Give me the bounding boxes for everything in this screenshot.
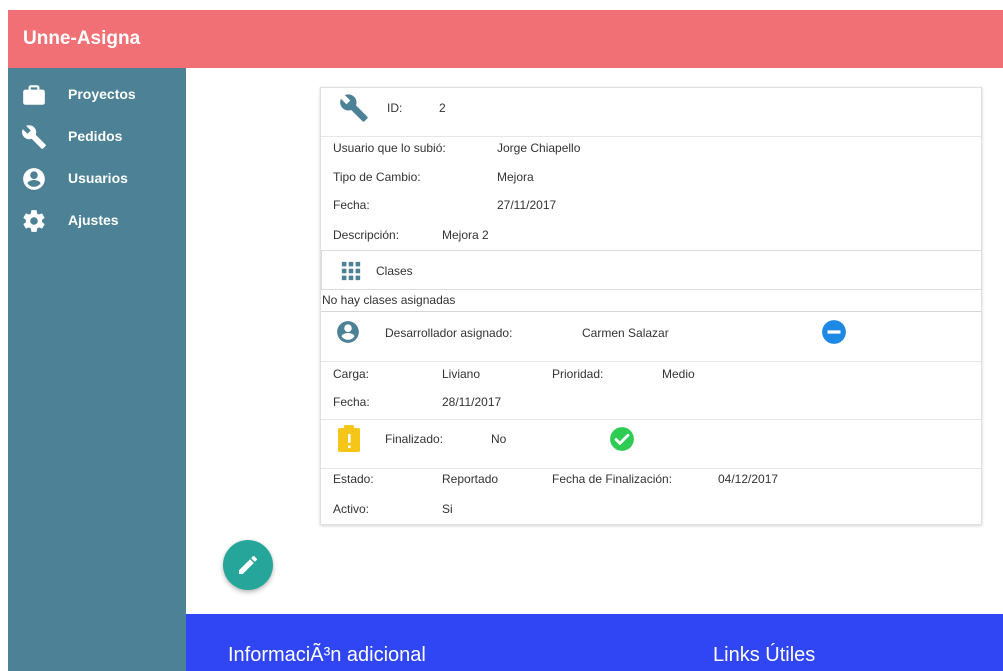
divider xyxy=(321,361,981,362)
finalizado-label: Finalizado: xyxy=(385,432,444,446)
mark-finished-button[interactable] xyxy=(609,426,635,452)
developer-label: Desarrollador asignado: xyxy=(385,326,513,340)
tipo-value: Mejora xyxy=(497,170,534,184)
prioridad-label: Prioridad: xyxy=(552,367,604,381)
fecha-value: 27/11/2017 xyxy=(497,198,557,212)
divider xyxy=(321,468,981,469)
divider xyxy=(321,311,981,312)
divider xyxy=(321,136,981,137)
clases-empty-text: No hay clases asignadas xyxy=(322,293,456,307)
estado-label: Estado: xyxy=(333,472,374,486)
pencil-icon xyxy=(239,555,258,574)
descripcion-value: Mejora 2 xyxy=(442,228,489,242)
sidebar-item-pedidos[interactable]: Pedidos xyxy=(8,118,186,152)
fecha-fin-label: Fecha de Finalización: xyxy=(552,472,673,486)
page-footer: InformaciÃ³n adicional Links Útiles xyxy=(186,614,1003,671)
sidebar-item-label: Ajustes xyxy=(68,212,119,228)
id-label: ID: xyxy=(387,101,403,115)
divider xyxy=(321,419,981,420)
wrench-icon xyxy=(22,125,46,149)
wrench-icon xyxy=(340,94,368,122)
id-value: 2 xyxy=(439,101,446,115)
briefcase-icon xyxy=(23,85,45,105)
activo-label: Activo: xyxy=(333,502,370,516)
descripcion-label: Descripción: xyxy=(333,228,400,242)
footer-info-title: InformaciÃ³n adicional xyxy=(228,644,426,666)
usuario-value: Jorge Chiapello xyxy=(497,141,581,155)
tipo-label: Tipo de Cambio: xyxy=(333,170,421,184)
asignacion-fecha-value: 28/11/2017 xyxy=(442,395,502,409)
app-title: Unne-Asigna xyxy=(23,28,141,49)
sidebar-item-usuarios[interactable]: Usuarios xyxy=(8,160,186,194)
finalizado-value: No xyxy=(491,432,507,446)
estado-value: Reportado xyxy=(442,472,499,486)
app-header: Unne-Asigna xyxy=(8,10,1003,68)
asignacion-fecha-label: Fecha: xyxy=(333,395,370,409)
clases-header: Clases xyxy=(376,264,413,278)
fecha-label: Fecha: xyxy=(333,198,370,212)
carga-value: Liviano xyxy=(442,367,481,381)
carga-label: Carga: xyxy=(333,367,370,381)
sidebar: Proyectos Pedidos Usuarios Ajustes xyxy=(8,68,186,671)
usuario-label: Usuario que lo subió: xyxy=(333,141,446,155)
account-circle-icon xyxy=(337,321,359,343)
activo-value: Si xyxy=(442,502,453,516)
gear-icon xyxy=(23,210,45,232)
clipboard-alert-icon xyxy=(338,425,360,452)
sidebar-item-label: Pedidos xyxy=(68,128,123,144)
clases-panel: Clases xyxy=(321,250,982,290)
pedido-detail-card: ID: 2 Usuario que lo subió: Jorge Chiape… xyxy=(320,87,982,525)
edit-button[interactable] xyxy=(223,540,273,590)
sidebar-item-ajustes[interactable]: Ajustes xyxy=(8,202,186,236)
fecha-fin-value: 04/12/2017 xyxy=(718,472,779,486)
sidebar-item-proyectos[interactable]: Proyectos xyxy=(8,76,186,110)
account-circle-icon xyxy=(23,168,45,190)
prioridad-value: Medio xyxy=(662,367,695,381)
grid-icon xyxy=(341,261,361,281)
developer-value: Carmen Salazar xyxy=(582,326,669,340)
remove-developer-button[interactable] xyxy=(821,319,847,345)
sidebar-item-label: Usuarios xyxy=(68,170,128,186)
footer-links-title: Links Útiles xyxy=(713,644,816,666)
sidebar-item-label: Proyectos xyxy=(68,86,136,102)
